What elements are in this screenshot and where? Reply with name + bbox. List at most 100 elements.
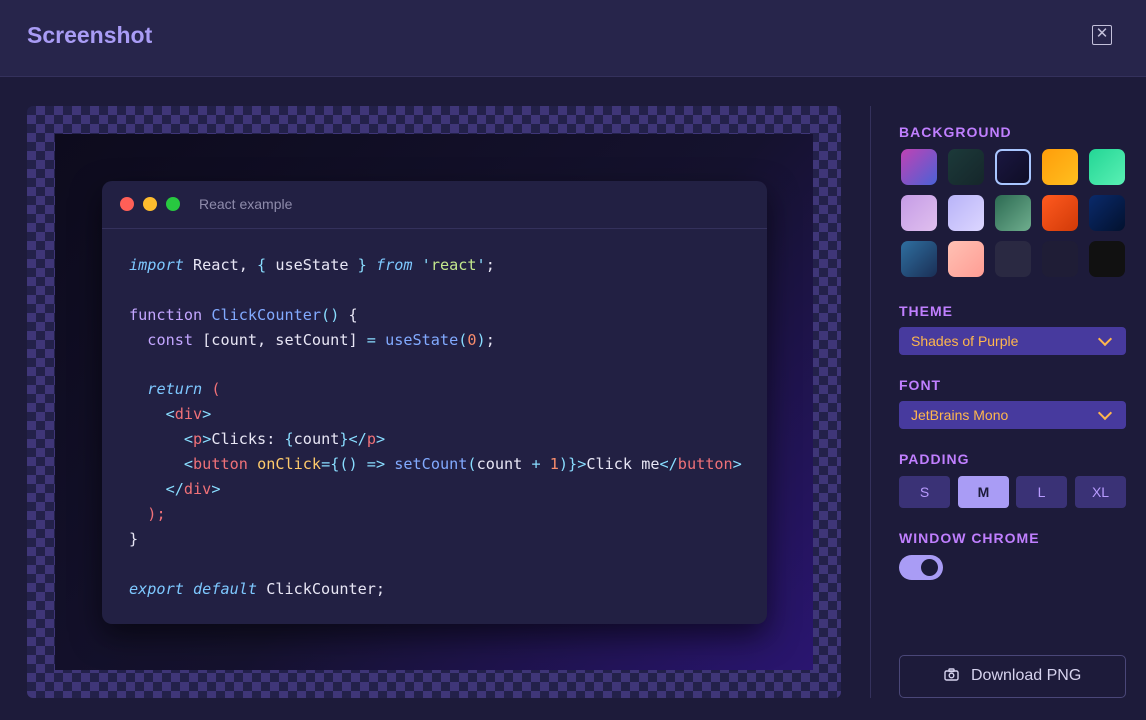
background-swatch[interactable] [1042,149,1078,185]
padding-option-l[interactable]: L [1016,476,1067,508]
code-token: { [284,430,294,449]
code-token: < [183,455,194,474]
code-token: div [183,480,212,499]
code-token: export [129,579,184,598]
background-swatch[interactable] [901,241,937,277]
download-png-button[interactable]: Download PNG [899,655,1126,698]
code-token: ={() => [321,455,386,474]
code-token: ( [458,330,468,349]
padding-option-m[interactable]: M [958,476,1009,508]
background-swatch[interactable] [1042,195,1078,231]
window-title: React example [199,196,293,212]
background-swatch[interactable] [901,149,937,185]
toggle-knob [921,559,938,576]
camera-icon [944,668,959,686]
code-token: useState [385,330,459,349]
background-swatch[interactable] [901,195,937,231]
code-token: } [129,529,139,548]
code-line: function ClickCounter() { [129,303,742,328]
code-token: > [732,455,742,474]
code-token: from [375,256,413,274]
code-token: p [366,430,376,449]
font-label: FONT [899,377,942,393]
font-value: JetBrains Mono [911,407,1009,423]
code-token: ClickCounter; [257,579,386,598]
code-token: [count, setCount] [193,330,367,349]
code-token: count [293,430,340,449]
code-line: import React, { useState } from 'react'; [129,253,742,278]
background-swatch[interactable] [1089,149,1125,185]
code-token: 1 [549,455,559,474]
code-token: import [129,256,184,274]
code-token: { [257,256,267,274]
code-token: Clicks: [211,430,285,449]
code-token: return [147,380,203,399]
theme-value: Shades of Purple [911,333,1019,349]
background-swatch[interactable] [995,149,1031,185]
background-swatch[interactable] [1089,241,1125,277]
code-token: useState [266,256,358,274]
code-token: < [165,405,175,424]
code-token: { [339,305,358,324]
padding-option-xl[interactable]: XL [1075,476,1126,508]
background-swatch[interactable] [1089,195,1125,231]
code-token: React, [183,256,258,274]
code-token: setCount [394,455,468,474]
code-token: ( [467,455,477,474]
window-chrome-toggle[interactable] [899,555,943,580]
header-bar: Screenshot ✕ [0,0,1146,77]
code-token: </ [659,455,678,474]
code-token: function [129,305,203,324]
code-line: export default ClickCounter; [129,577,742,602]
code-token: default [193,579,258,598]
maximize-dot-icon [166,197,180,211]
theme-select[interactable]: Shades of Purple [899,327,1126,355]
code-token: ' [421,256,431,274]
code-token: </ [348,430,367,449]
code-token: </ [165,480,184,499]
background-swatch[interactable] [995,195,1031,231]
close-icon[interactable]: ✕ [1092,25,1112,45]
download-label: Download PNG [971,667,1082,684]
code-token: count [476,455,532,474]
theme-label: THEME [899,303,953,319]
code-token: < [183,430,194,449]
code-token: ( [211,380,221,399]
code-line: </div> [129,477,742,502]
background-swatch[interactable] [995,241,1031,277]
code-window: React example import React, { useState }… [102,181,767,624]
background-swatch[interactable] [1042,241,1078,277]
code-token: > [375,430,386,449]
code-line: <p>Clicks: {count}</p> [129,427,742,452]
window-chrome: React example [102,181,767,229]
code-block: import React, { useState } from 'react';… [129,253,742,601]
background-swatch[interactable] [948,195,984,231]
code-token: onClick [257,455,322,474]
code-token: button [193,455,248,474]
background-swatch[interactable] [948,149,984,185]
font-select[interactable]: JetBrains Mono [899,401,1126,429]
chevron-down-icon [1097,405,1113,421]
code-token: const [147,330,194,349]
code-token: ) [476,330,486,349]
code-token: } [357,256,367,274]
padding-option-s[interactable]: S [899,476,950,508]
code-token: () [321,305,340,324]
code-line: return ( [129,377,742,402]
code-line: const [count, setCount] = useState(0); [129,328,742,353]
code-token: > [211,480,221,499]
background-swatch[interactable] [948,241,984,277]
